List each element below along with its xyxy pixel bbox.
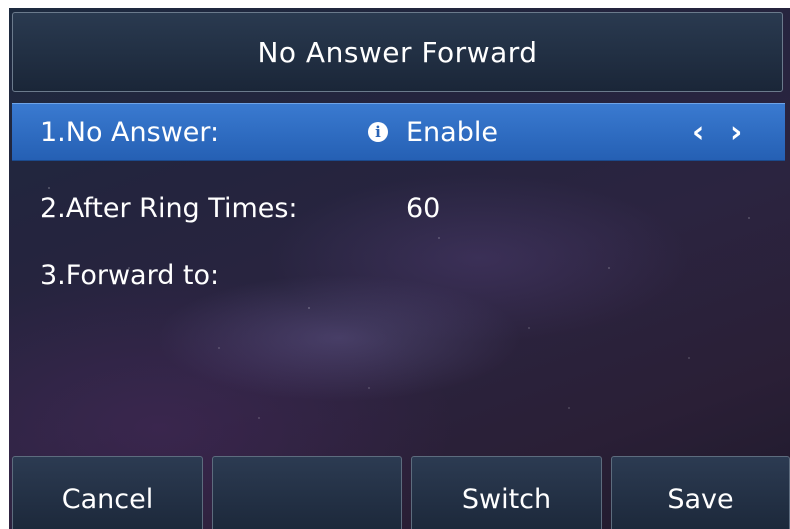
menu-item-label: 2.After Ring Times: [40,192,298,224]
chevron-right-icon[interactable]: › [730,104,742,162]
phone-screen: No Answer Forward 1.No Answer: i Enable … [9,8,790,529]
menu-item-label: 3.Forward to: [40,259,220,291]
empty-softkey[interactable] [212,456,402,529]
cancel-button[interactable]: Cancel [12,456,203,529]
title-bar: No Answer Forward [12,12,783,92]
menu-item-forward-to[interactable]: 3.Forward to: [12,246,785,304]
softkey-bar: Cancel Switch Save [9,456,790,529]
info-icon: i [368,122,388,142]
menu-item-no-answer[interactable]: 1.No Answer: i Enable ‹ › [12,103,785,161]
page-title: No Answer Forward [257,35,538,69]
menu-item-value: 60 [406,192,441,224]
menu-item-after-ring-times[interactable]: 2.After Ring Times: 60 [12,179,785,237]
menu-item-value: Enable [406,116,498,148]
save-button[interactable]: Save [611,456,790,529]
switch-button[interactable]: Switch [411,456,602,529]
menu-item-label: 1.No Answer: [40,116,220,148]
chevron-left-icon[interactable]: ‹ [692,104,704,162]
